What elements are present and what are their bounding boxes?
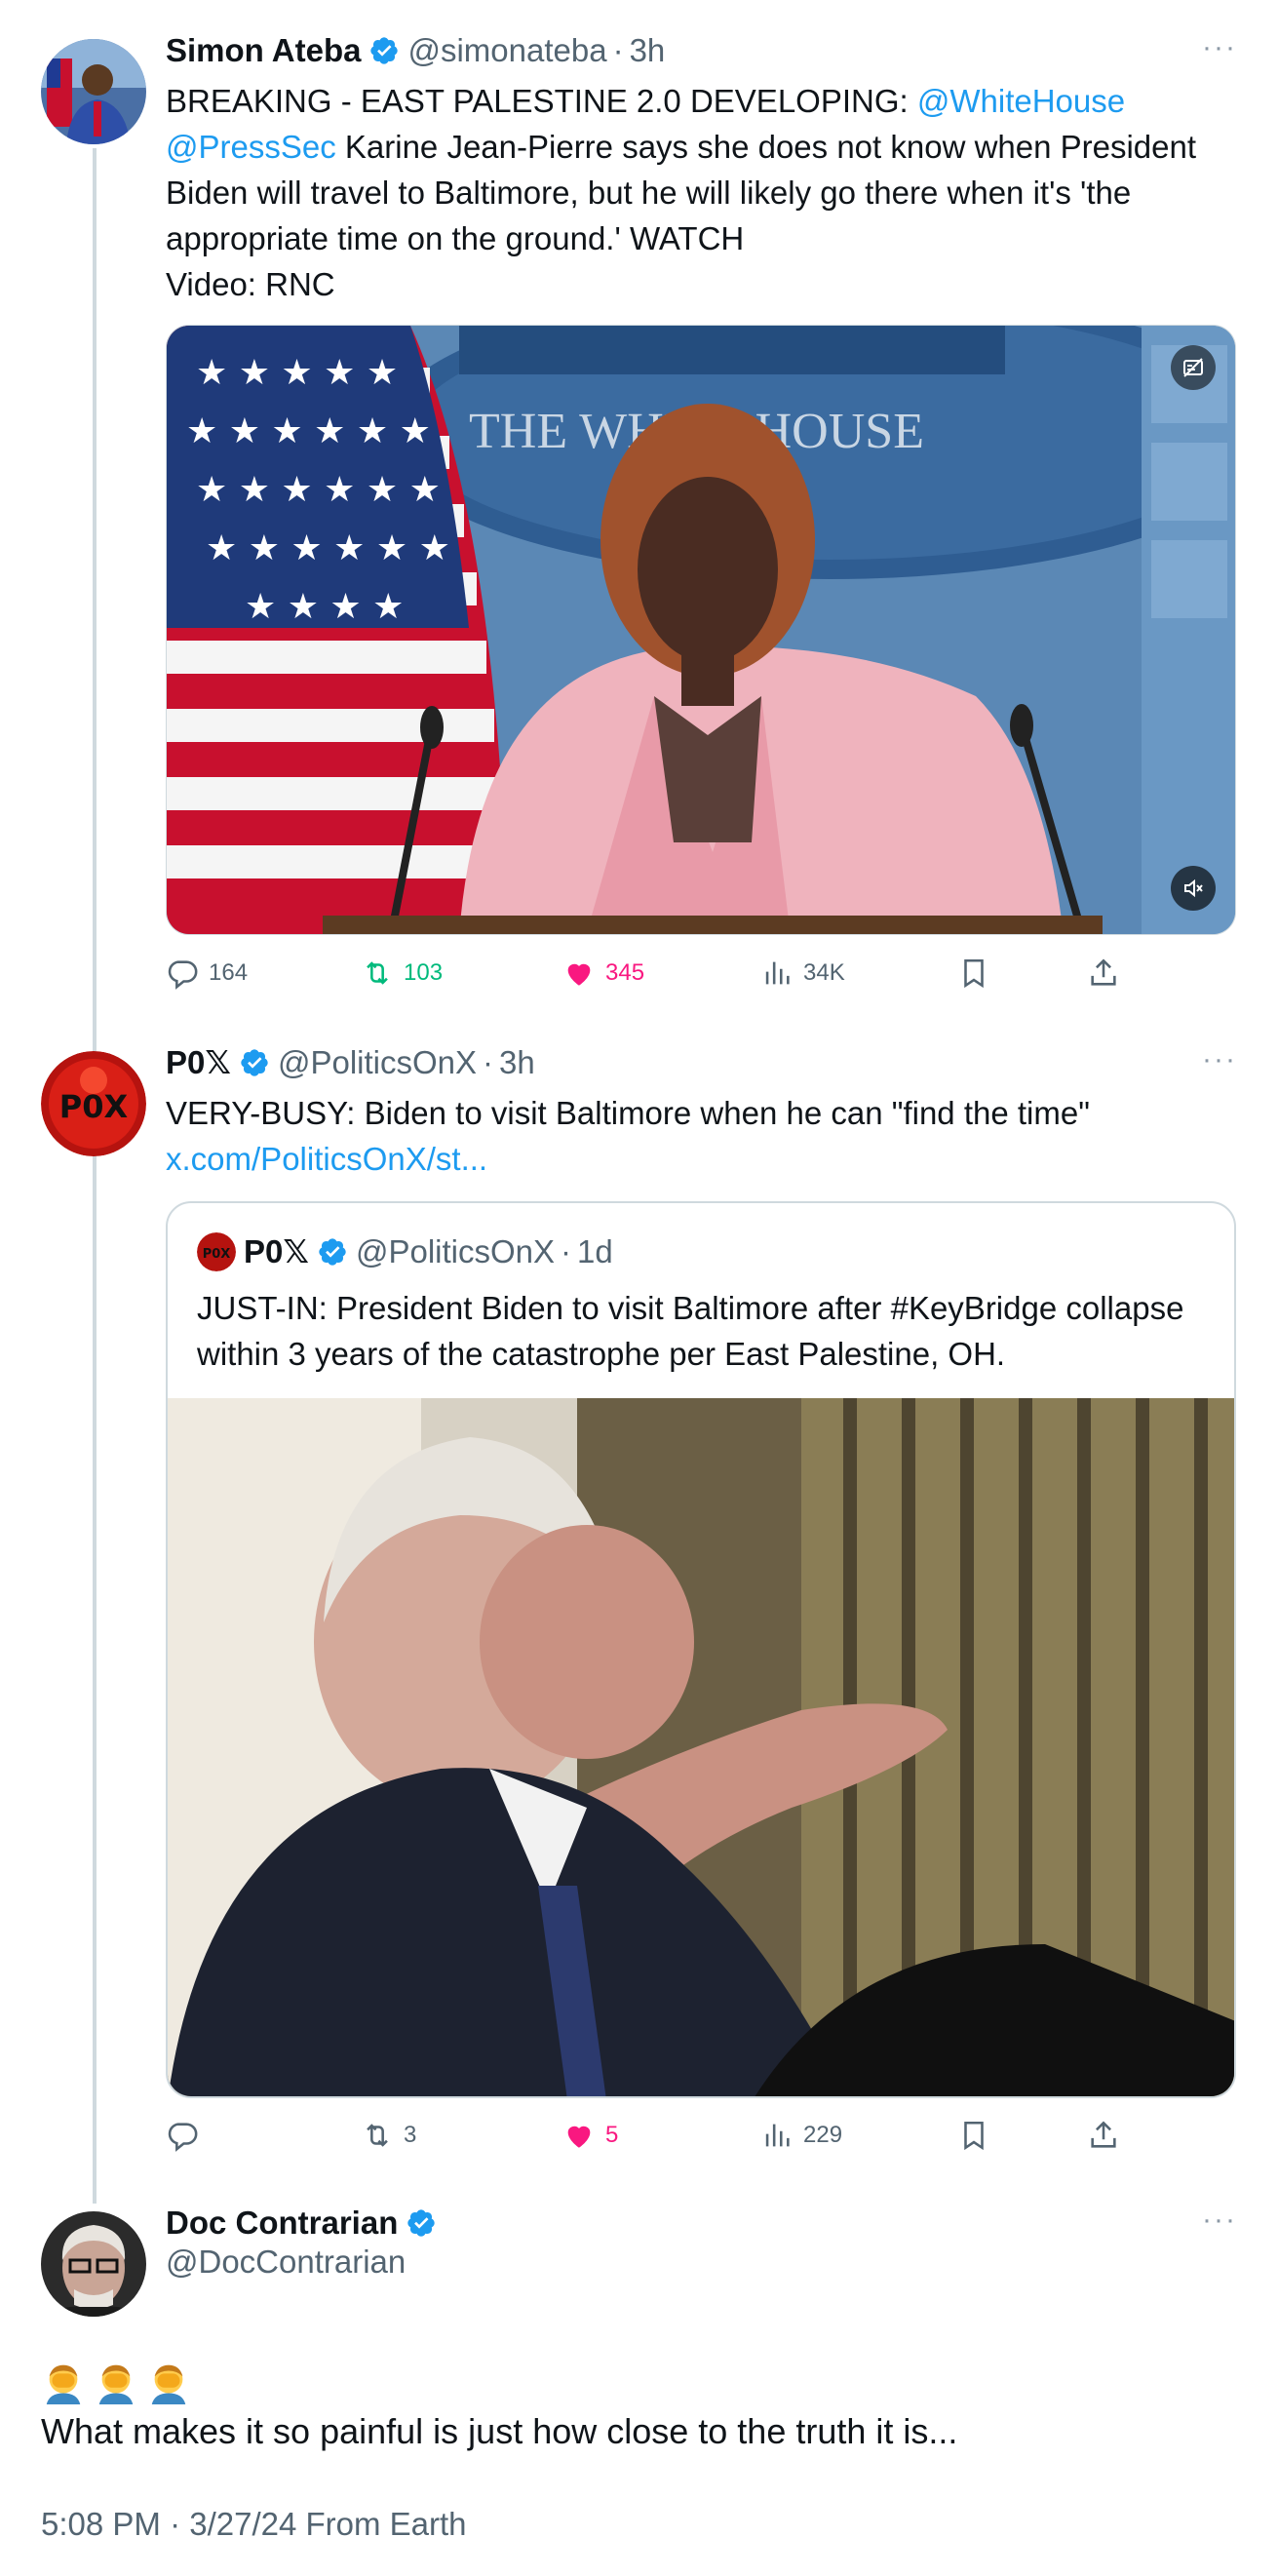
tweet-timestamp[interactable]: 5:08 PM · 3/27/24 From Earth xyxy=(41,2506,467,2543)
retweet-button[interactable]: 3 xyxy=(361,2116,416,2155)
bookmark-button[interactable] xyxy=(957,954,1000,993)
tweet-header: P0𝕏 @PoliticsOnX · 3h xyxy=(166,1043,535,1082)
verified-badge-icon xyxy=(407,2209,436,2237)
more-icon[interactable]: ··· xyxy=(1202,31,1237,64)
bookmark-icon xyxy=(964,958,984,989)
display-name[interactable]: P0𝕏 xyxy=(166,1043,231,1082)
tweet-time[interactable]: 3h xyxy=(630,31,666,70)
quote-text: JUST-IN: President Biden to visit Baltim… xyxy=(197,1290,1184,1372)
views-icon xyxy=(765,2124,790,2147)
share-button[interactable] xyxy=(1087,2116,1130,2155)
reply-button[interactable] xyxy=(166,2116,209,2155)
caption-icon[interactable] xyxy=(1171,345,1216,390)
handle[interactable]: @PoliticsOnX xyxy=(278,1043,477,1082)
views-button[interactable]: 34K xyxy=(760,954,845,993)
handle[interactable]: @DocContrarian xyxy=(166,2243,406,2282)
facepalm-emoji-icon xyxy=(46,2364,81,2404)
verified-badge-icon xyxy=(319,1238,346,1266)
more-icon[interactable]: ··· xyxy=(1202,1043,1237,1076)
svg-text:P0X: P0X xyxy=(203,1247,231,1262)
like-icon xyxy=(567,2126,591,2148)
like-button[interactable]: 345 xyxy=(562,954,644,993)
share-button[interactable] xyxy=(1087,954,1130,993)
retweet-button[interactable]: 103 xyxy=(361,954,443,993)
facepalm-emoji-icon xyxy=(98,2364,134,2404)
views-icon xyxy=(765,961,790,985)
quote-avatar: P0X xyxy=(197,1232,236,1271)
reply-icon xyxy=(168,960,198,990)
quote-image[interactable] xyxy=(168,1398,1234,2096)
video-credit: Video: RNC xyxy=(166,266,335,302)
share-icon xyxy=(1091,958,1116,986)
video-player[interactable]: THE WHITE HOUSE ★ ★ ★ ★ ★ ★ ★ ★ ★ ★ ★ ★ … xyxy=(166,325,1236,935)
svg-text:★ ★ ★ ★ ★ ★: ★ ★ ★ ★ ★ ★ xyxy=(186,411,431,451)
action-bar: 3 5 229 xyxy=(166,2116,1236,2155)
bookmark-button[interactable] xyxy=(957,2116,1000,2155)
thread-page: Simon Ateba @simonateba · 3h BREAKING - … xyxy=(0,0,1278,2576)
tweet-header: Doc Contrarian xyxy=(166,2204,1236,2243)
tweet-time[interactable]: 3h xyxy=(499,1043,535,1082)
tweet-link[interactable]: x.com/PoliticsOnX/st... xyxy=(166,1141,487,1177)
svg-text:★ ★ ★ ★: ★ ★ ★ ★ xyxy=(245,587,404,627)
like-button[interactable]: 5 xyxy=(562,2116,618,2155)
share-icon xyxy=(1091,2121,1116,2148)
quote-handle: @PoliticsOnX xyxy=(355,1233,556,1269)
tweet-text: VERY-BUSY: Biden to visit Baltimore when… xyxy=(166,1095,1090,1177)
mention-whitehouse[interactable]: @WhiteHouse xyxy=(917,83,1125,119)
tweet-header: Simon Ateba @simonateba · 3h xyxy=(166,31,666,70)
svg-text:★ ★ ★ ★ ★ ★: ★ ★ ★ ★ ★ ★ xyxy=(196,470,441,510)
like-icon xyxy=(567,963,591,986)
tweet-text: What makes it so painful is just how clo… xyxy=(41,2411,958,2451)
reply-button[interactable]: 164 xyxy=(166,954,248,993)
quoted-tweet[interactable]: P0X P0𝕏 @PoliticsOnX · 1d JUST-IN: Presi… xyxy=(166,1201,1236,2098)
views-button[interactable]: 229 xyxy=(760,2116,842,2155)
reply-icon xyxy=(168,2123,198,2152)
more-icon[interactable]: ··· xyxy=(1202,2204,1237,2237)
mention-presssec[interactable]: @PressSec xyxy=(166,129,336,165)
handle[interactable]: @simonateba xyxy=(407,31,606,70)
display-name[interactable]: Simon Ateba xyxy=(166,31,361,70)
svg-text:P0X: P0X xyxy=(59,1088,129,1125)
quote-header: P0X P0𝕏 @PoliticsOnX · 1d xyxy=(197,1232,1205,1271)
tweet-politicsonx[interactable]: P0X P0𝕏 @PoliticsOnX · 3h VERY-BUSY: Bid… xyxy=(0,1034,1278,2194)
svg-text:★ ★ ★ ★ ★: ★ ★ ★ ★ ★ xyxy=(196,353,398,393)
mute-icon[interactable] xyxy=(1171,866,1216,911)
display-name[interactable]: Doc Contrarian xyxy=(166,2204,398,2243)
svg-text:★ ★ ★ ★ ★ ★: ★ ★ ★ ★ ★ ★ xyxy=(206,528,450,568)
tweet-text: BREAKING - EAST PALESTINE 2.0 DEVELOPING… xyxy=(166,83,1197,302)
avatar[interactable] xyxy=(41,39,146,144)
verified-badge-icon xyxy=(370,37,399,64)
facepalm-emoji-icon xyxy=(151,2364,186,2404)
quote-display-name: P0𝕏 xyxy=(244,1233,309,1269)
retweet-icon xyxy=(367,2124,388,2147)
action-bar: 164 103 345 34K xyxy=(166,954,1236,993)
verified-badge-icon xyxy=(241,1049,268,1076)
avatar[interactable] xyxy=(41,2211,146,2317)
quote-time: 1d xyxy=(577,1233,613,1269)
avatar[interactable]: P0X xyxy=(41,1051,146,1156)
video-frame: THE WHITE HOUSE ★ ★ ★ ★ ★ ★ ★ ★ ★ ★ ★ ★ … xyxy=(167,326,1235,934)
bookmark-icon xyxy=(964,2121,984,2151)
tweet-simon-ateba[interactable]: Simon Ateba @simonateba · 3h BREAKING - … xyxy=(0,0,1278,1034)
emoji-row xyxy=(41,2360,199,2408)
tweet-doc-contrarian[interactable]: Doc Contrarian @DocContrarian ··· What m… xyxy=(0,2194,1278,2576)
retweet-icon xyxy=(367,961,388,985)
